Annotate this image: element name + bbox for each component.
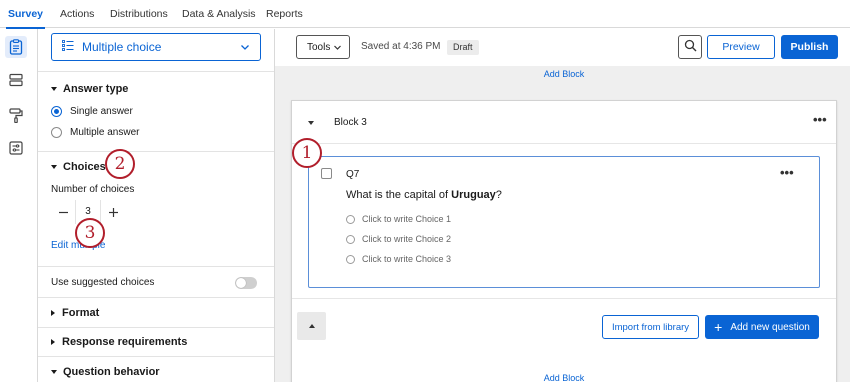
answer-type-title: Answer type — [63, 83, 129, 95]
question-card[interactable]: Q7 ••• What is the capital of Uruguay? C… — [308, 156, 820, 288]
caret-right-icon — [51, 339, 55, 345]
choice-radio — [346, 254, 355, 264]
top-navigation: Survey Actions Distributions Data & Anal… — [0, 0, 850, 29]
choice-item[interactable]: Click to write Choice 2 — [346, 234, 451, 244]
caret-down-icon — [51, 370, 57, 374]
tool-rail — [0, 29, 38, 382]
response-requirements-title: Response requirements — [62, 336, 188, 348]
add-new-question-button[interactable]: + Add new question — [705, 315, 819, 339]
divider — [292, 298, 836, 299]
settings-sliders-icon[interactable] — [5, 137, 27, 159]
question-behavior-section-toggle[interactable]: Question behavior — [51, 366, 160, 378]
response-requirements-section-toggle[interactable]: Response requirements — [51, 336, 187, 348]
preview-button[interactable]: Preview — [707, 35, 775, 59]
choice-radio — [346, 214, 355, 224]
collapse-block-icon[interactable] — [308, 121, 314, 125]
decrement-button[interactable] — [51, 200, 75, 224]
tools-button[interactable]: Tools — [296, 35, 350, 59]
block-more-options-icon[interactable]: ••• — [813, 112, 827, 127]
question-settings-panel: Multiple choice Answer type Single answe… — [38, 29, 275, 382]
blocks-icon[interactable] — [5, 69, 27, 91]
paint-roller-icon[interactable] — [5, 104, 27, 126]
multiple-answer-label: Multiple answer — [70, 127, 140, 138]
multiple-answer-option[interactable]: Multiple answer — [51, 127, 139, 138]
divider — [38, 356, 274, 357]
draft-badge: Draft — [447, 40, 479, 55]
publish-button[interactable]: Publish — [781, 35, 838, 59]
question-number: Q7 — [346, 169, 360, 180]
choice-label: Click to write Choice 3 — [362, 254, 452, 264]
question-type-dropdown[interactable]: Multiple choice — [51, 33, 261, 61]
choice-item[interactable]: Click to write Choice 3 — [346, 254, 451, 264]
choice-radio — [346, 234, 355, 244]
step-badge-3: 3 — [75, 218, 105, 248]
single-answer-option[interactable]: Single answer — [51, 106, 133, 117]
use-suggested-choices-label: Use suggested choices — [51, 277, 155, 288]
radio-unselected[interactable] — [51, 127, 62, 138]
search-icon — [684, 39, 697, 55]
block-header: Block 3 ••• — [292, 101, 836, 144]
chevron-down-icon — [240, 42, 250, 55]
choice-item[interactable]: Click to write Choice 1 — [346, 214, 451, 224]
plus-icon: + — [714, 319, 723, 335]
choice-label: Click to write Choice 2 — [362, 234, 452, 244]
add-block-link-top[interactable]: Add Block — [275, 69, 850, 79]
editor-toolbar: Tools Saved at 4:36 PM Draft Preview Pub… — [275, 29, 850, 66]
increment-button[interactable] — [101, 200, 125, 224]
tab-data-analysis[interactable]: Data & Analysis — [182, 0, 256, 28]
radio-selected[interactable] — [51, 106, 62, 117]
question-text-part: ? — [495, 189, 502, 201]
import-from-library-button[interactable]: Import from library — [602, 315, 699, 339]
question-more-options-icon[interactable]: ••• — [780, 165, 794, 180]
tab-reports[interactable]: Reports — [266, 0, 303, 28]
survey-block: Block 3 ••• Q7 ••• What is the capital o… — [291, 100, 837, 382]
question-select-checkbox[interactable] — [321, 168, 332, 179]
format-section-toggle[interactable]: Format — [51, 307, 99, 319]
step-badge-1: 1 — [292, 138, 322, 168]
tools-label: Tools — [307, 41, 331, 53]
choices-title: Choices — [63, 161, 106, 173]
use-suggested-choices-toggle[interactable] — [235, 277, 257, 289]
add-block-link-bottom[interactable]: Add Block — [275, 373, 850, 382]
block-title: Block 3 — [334, 117, 367, 128]
format-title: Format — [62, 307, 100, 319]
survey-icon[interactable] — [5, 36, 27, 58]
caret-down-icon — [51, 165, 57, 169]
chevron-down-icon — [333, 43, 342, 55]
tab-distributions[interactable]: Distributions — [110, 0, 168, 28]
question-text[interactable]: What is the capital of Uruguay? — [346, 189, 502, 201]
list-icon — [62, 40, 74, 54]
divider — [38, 71, 274, 72]
survey-editor: Tools Saved at 4:36 PM Draft Preview Pub… — [275, 29, 850, 382]
divider — [38, 327, 274, 328]
caret-down-icon — [51, 87, 57, 91]
divider — [38, 266, 274, 267]
tab-actions[interactable]: Actions — [60, 0, 94, 28]
caret-up-icon — [308, 324, 315, 328]
single-answer-label: Single answer — [70, 106, 133, 117]
choice-label: Click to write Choice 1 — [362, 214, 452, 224]
question-behavior-title: Question behavior — [63, 366, 160, 378]
question-text-part: What is the capital of — [346, 189, 452, 201]
answer-type-section-toggle[interactable]: Answer type — [51, 83, 128, 95]
divider — [38, 297, 274, 298]
saved-status: Saved at 4:36 PM — [361, 41, 441, 52]
step-badge-2: 2 — [105, 149, 135, 179]
scroll-up-button[interactable] — [297, 312, 326, 340]
question-text-bold: Uruguay — [451, 189, 496, 201]
tab-survey[interactable]: Survey — [5, 0, 46, 29]
caret-right-icon — [51, 310, 55, 316]
question-type-label: Multiple choice — [82, 40, 162, 54]
number-of-choices-label: Number of choices — [51, 184, 135, 195]
add-new-question-label: Add new question — [730, 321, 810, 333]
choices-section-toggle[interactable]: Choices — [51, 161, 106, 173]
search-button[interactable] — [678, 35, 702, 59]
divider — [38, 151, 274, 152]
